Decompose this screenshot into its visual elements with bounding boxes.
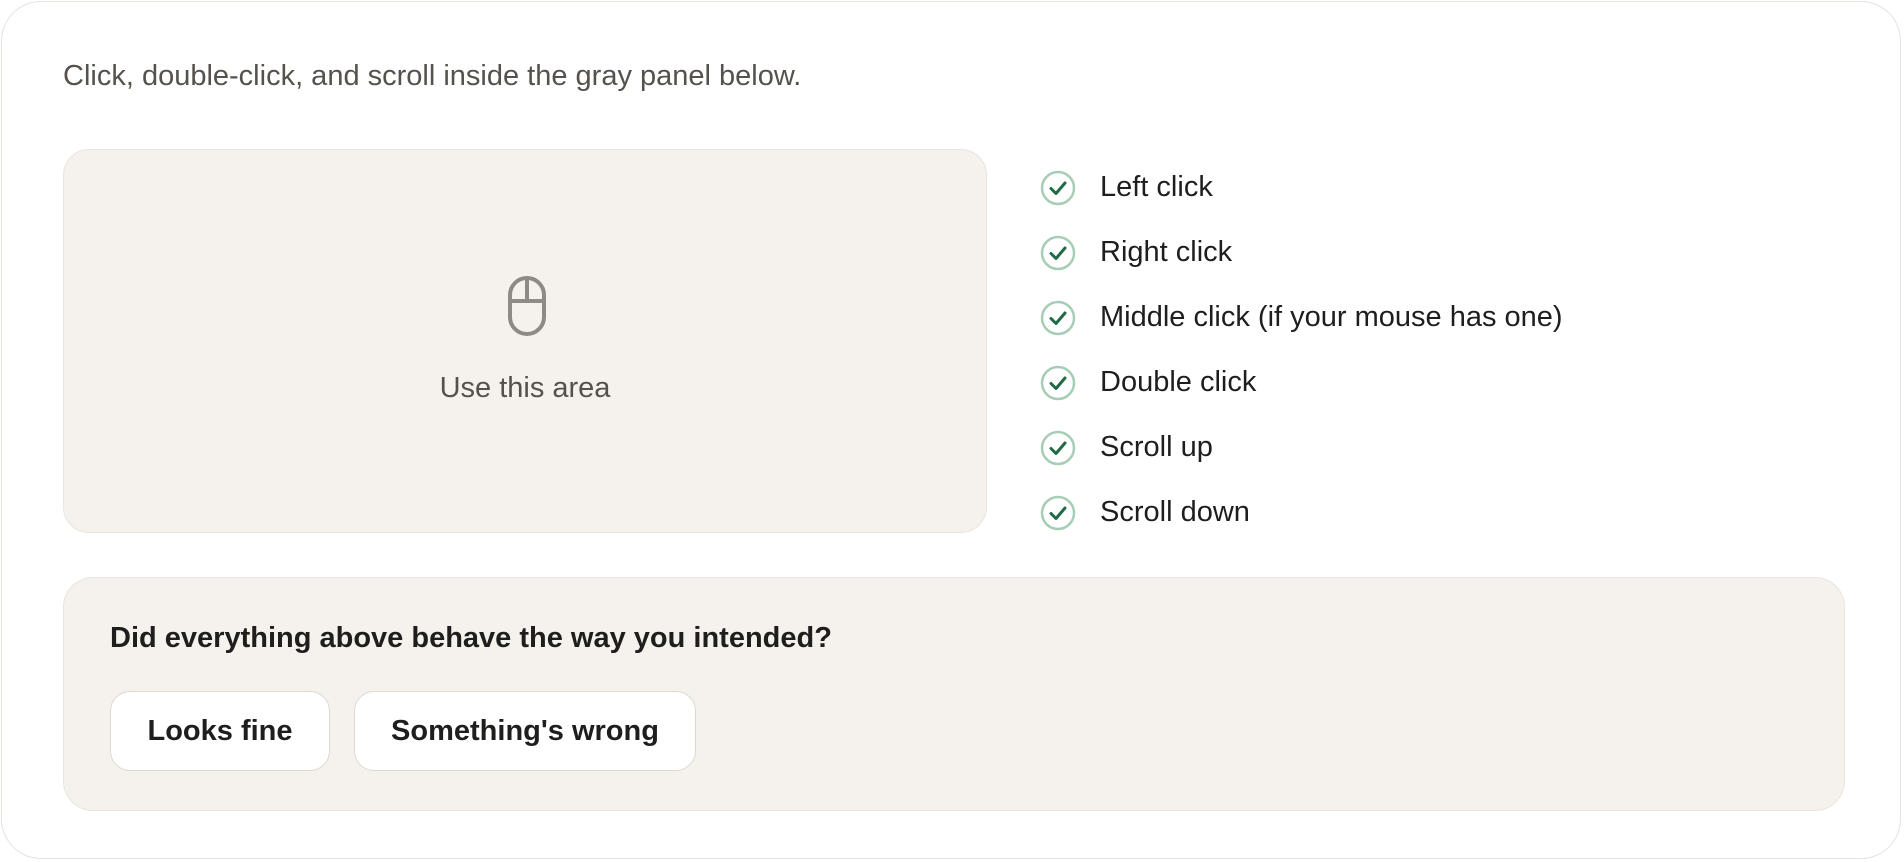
checklist-item: Left click <box>1040 155 1563 220</box>
checklist-item: Scroll up <box>1040 415 1563 480</box>
checklist-item: Double click <box>1040 350 1563 415</box>
looks-fine-button[interactable]: Looks fine <box>110 691 330 771</box>
instruction-text: Click, double-click, and scroll inside t… <box>63 60 802 92</box>
feedback-panel: Did everything above behave the way you … <box>63 577 1845 811</box>
checklist-item-label: Double click <box>1100 366 1257 398</box>
check-circle-icon <box>1040 170 1076 205</box>
check-circle-icon <box>1040 235 1076 270</box>
test-area-label: Use this area <box>439 372 611 404</box>
something-wrong-button[interactable]: Something's wrong <box>354 691 696 771</box>
checklist-item-label: Middle click (if your mouse has one) <box>1100 301 1563 333</box>
check-circle-icon <box>1040 300 1076 335</box>
checklist-item: Middle click (if your mouse has one) <box>1040 285 1563 350</box>
checklist-item-label: Scroll up <box>1100 431 1213 463</box>
input-checklist: Left click Right click Middle click (if … <box>1040 155 1563 545</box>
feedback-question: Did everything above behave the way you … <box>110 622 832 654</box>
checklist-item-label: Right click <box>1100 236 1233 268</box>
check-circle-icon <box>1040 430 1076 465</box>
test-card: Click, double-click, and scroll inside t… <box>1 1 1901 859</box>
mouse-icon <box>508 276 546 336</box>
check-circle-icon <box>1040 365 1076 400</box>
mouse-test-area[interactable]: Use this area <box>63 149 987 533</box>
checklist-item-label: Left click <box>1100 171 1213 203</box>
checklist-item-label: Scroll down <box>1100 496 1250 528</box>
checklist-item: Right click <box>1040 220 1563 285</box>
check-circle-icon <box>1040 495 1076 530</box>
checklist-item: Scroll down <box>1040 480 1563 545</box>
